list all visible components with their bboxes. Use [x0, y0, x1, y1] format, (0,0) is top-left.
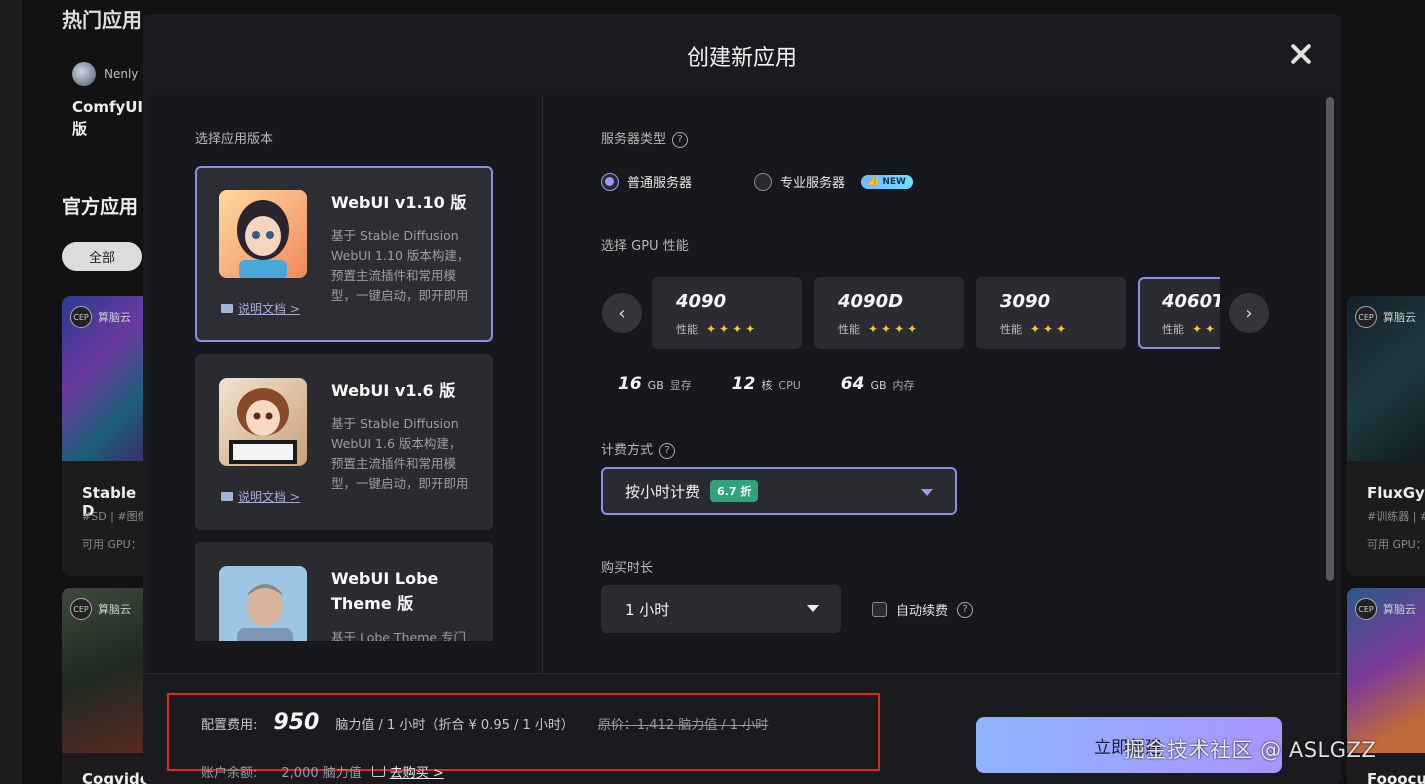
duration-label: 购买时长: [601, 561, 654, 576]
version-desc: 基于 Stable Diffusion WebUI 1.10 版本构建，预置主流…: [331, 228, 470, 303]
star-icon: ✦✦: [1192, 322, 1219, 336]
modal-footer: 配置费用: 950 脑力值 / 1 小时（折合 ¥ 0.95 / 1 小时） 原…: [143, 673, 1341, 784]
server-type-label: 服务器类型?: [601, 128, 689, 148]
bg-app-card[interactable]: CEP 算脑云 Stable D #SD | #图像 可用 GPU：: [62, 296, 152, 576]
balance-row: 账户余额: 2,000 脑力值 去购买 >: [201, 762, 444, 781]
card-title: FluxGym: [1367, 484, 1425, 502]
help-icon[interactable]: ?: [957, 601, 974, 618]
spec-ram: 64 GB 内存: [840, 374, 915, 394]
new-badge: 👍 NEW: [861, 174, 913, 189]
checkbox[interactable]: [872, 602, 887, 617]
book-icon: [221, 304, 233, 313]
left-strip: [0, 0, 22, 784]
original-price: 原价：1,412 脑力值 / 1 小时: [597, 718, 769, 733]
bg-comfy-title: ComfyUI 版: [72, 98, 144, 138]
doc-link[interactable]: 说明文档 >: [221, 488, 300, 505]
avatar: [72, 62, 96, 86]
gpu-card-4060ti[interactable]: 4060Ti 性能✦✦: [1138, 277, 1220, 349]
bg-app-card[interactable]: CEP 算脑云 Cogvide: [62, 588, 152, 784]
card-provider: CEP 算脑云: [1355, 306, 1416, 328]
watermark: 掘金技术社区 @ ASLGZZ: [1124, 738, 1377, 762]
gpu-specs: 16 GB 显存 12 核 CPU 64 GB 内存: [618, 374, 915, 394]
gpu-card-4090d[interactable]: 4090D 性能 ✦✦✦✦: [814, 277, 964, 349]
book-icon: [221, 492, 233, 501]
version-thumbnail: [219, 378, 307, 466]
auto-renew-checkbox[interactable]: 自动续费 ?: [872, 600, 974, 619]
scrollbar[interactable]: [1326, 97, 1334, 581]
radio-dot: [601, 172, 619, 191]
spec-cpu: 12 核 CPU: [731, 374, 801, 394]
bg-author: Nenly: [72, 62, 138, 86]
official-apps-title: 官方应用: [62, 196, 139, 218]
version-card-lobe-theme[interactable]: WebUI Lobe Theme 版 基于 Lobe Theme 专门: [195, 542, 493, 641]
card-title: Fooocu: [1367, 770, 1425, 784]
version-name: WebUI v1.10 版: [331, 193, 467, 212]
version-thumbnail: [219, 566, 307, 641]
modal-title: 创建新应用: [686, 46, 797, 71]
version-name: WebUI Lobe Theme 版: [331, 569, 439, 613]
gpu-card-3090[interactable]: 3090 性能 ✦✦✦: [976, 277, 1126, 349]
version-desc: 基于 Lobe Theme 专门: [331, 630, 467, 641]
doc-link[interactable]: 说明文档 >: [221, 300, 300, 317]
close-icon[interactable]: [1287, 40, 1315, 68]
create-app-modal: 创建新应用 选择应用版本 WebUI v1.10 版 基于 Stable Dif…: [143, 14, 1341, 784]
billing-label: 计费方式?: [601, 439, 676, 459]
filter-chip-all[interactable]: 全部: [62, 242, 142, 271]
star-icon: ✦✦✦: [1030, 322, 1070, 336]
card-title: Cogvide: [82, 770, 150, 784]
version-section-label: 选择应用版本: [195, 132, 274, 147]
help-icon[interactable]: ?: [672, 131, 689, 148]
star-icon: ✦✦✦✦: [706, 322, 759, 336]
card-tags: #训练器 | #: [1367, 510, 1425, 523]
duration-select[interactable]: 1 小时: [601, 585, 841, 633]
version-list: WebUI v1.10 版 基于 Stable Diffusion WebUI …: [195, 166, 495, 641]
version-card-webui-1-6[interactable]: WebUI v1.6 版 基于 Stable Diffusion WebUI 1…: [195, 354, 493, 530]
radio-pro-server[interactable]: 专业服务器 👍 NEW: [754, 172, 913, 191]
chevron-right-icon[interactable]: ›: [1229, 293, 1269, 333]
gpu-card-4090[interactable]: 4090 性能 ✦✦✦✦: [652, 277, 802, 349]
discount-badge: 6.7 折: [710, 480, 759, 502]
gpu-label: 选择 GPU 性能: [601, 239, 689, 254]
gpu-carousel: 4090 性能 ✦✦✦✦ 4090D 性能 ✦✦✦✦ 3090 性能 ✦✦✦ 4060…: [652, 277, 1220, 349]
caret-down-icon: [921, 489, 933, 496]
server-type-group: 普通服务器 专业服务器 👍 NEW: [601, 172, 913, 191]
version-card-webui-1-10[interactable]: WebUI v1.10 版 基于 Stable Diffusion WebUI …: [195, 166, 493, 342]
buy-link[interactable]: 去购买 >: [371, 762, 444, 781]
card-gpu: 可用 GPU：: [1367, 538, 1425, 551]
cost-value: 950: [273, 710, 320, 735]
billing-select[interactable]: 按小时计费 6.7 折: [601, 467, 957, 515]
version-thumbnail: [219, 190, 307, 278]
star-icon: ✦✦✦✦: [868, 322, 921, 336]
card-provider: CEP 算脑云: [70, 306, 131, 328]
help-icon[interactable]: ?: [659, 442, 676, 459]
radio-standard-server[interactable]: 普通服务器: [601, 172, 692, 191]
card-provider: CEP 算脑云: [70, 598, 131, 620]
bg-app-card[interactable]: CEP算脑云 FluxGym #训练器 | # 可用 GPU：: [1347, 296, 1425, 576]
bg-section-heading: 热门应用: [62, 8, 142, 32]
version-name: WebUI v1.6 版: [331, 381, 456, 400]
spec-vram: 16 GB 显存: [618, 374, 692, 394]
chevron-left-icon[interactable]: ‹: [602, 293, 642, 333]
card-gpu: 可用 GPU：: [82, 538, 142, 551]
version-desc: 基于 Stable Diffusion WebUI 1.6 版本构建，预置主流插…: [331, 416, 469, 491]
caret-down-icon: [807, 605, 819, 612]
card-tags: #SD | #图像: [82, 510, 149, 523]
author-name: Nenly: [104, 67, 139, 81]
radio-dot: [754, 172, 773, 191]
card-provider: CEP 算脑云: [1355, 598, 1416, 620]
column-divider: [542, 95, 543, 673]
cost-row: 配置费用: 950 脑力值 / 1 小时（折合 ¥ 0.95 / 1 小时） 原…: [201, 710, 769, 735]
cart-icon: [371, 766, 385, 777]
